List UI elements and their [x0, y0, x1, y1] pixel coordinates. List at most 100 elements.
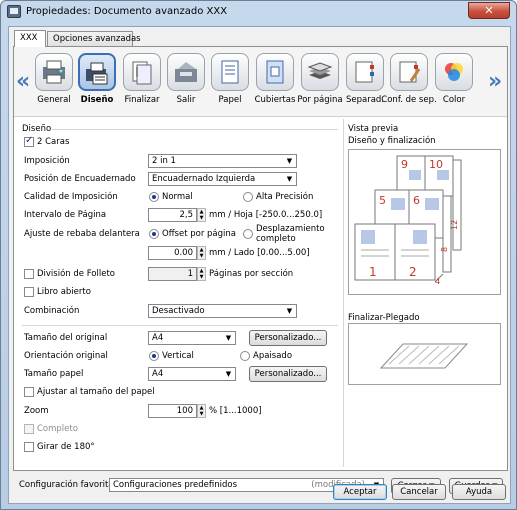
printer-general-icon: [35, 53, 73, 91]
rotate-checkbox[interactable]: [24, 442, 34, 452]
booklet-label: División de Folleto: [37, 269, 115, 279]
orientation-landscape-label: Apaisado: [253, 351, 293, 361]
trim-value-input[interactable]: 0.00: [148, 246, 197, 260]
chevron-down-icon: ▼: [286, 157, 293, 165]
layout-preview: 9 10 12 5 6 8 1 2 4: [348, 149, 501, 295]
booklet-checkbox[interactable]: [24, 269, 34, 279]
divider: [52, 129, 338, 130]
zoom-input[interactable]: 100: [148, 404, 197, 418]
quality-normal-label: Normal: [162, 192, 193, 202]
paper-icon: [211, 53, 249, 91]
trim-label: Ajuste de rebaba delantera: [24, 229, 140, 239]
open-book-label: Libro abierto: [37, 287, 91, 297]
tab-panel: « General Diseño Finalizar Salir Papel C…: [13, 46, 508, 471]
favorites-label: Configuración favorita: [19, 480, 114, 490]
properties-window: Propiedades: Documento avanzado XXX ✕ XX…: [0, 0, 517, 510]
page-number-5: 5: [379, 194, 386, 207]
binding-label: Posición de Encuadernado: [24, 174, 136, 184]
page-number-4: 4: [435, 277, 440, 286]
close-button[interactable]: ✕: [468, 2, 510, 19]
duplex-label: 2 Caras: [37, 137, 70, 147]
cover-icon: [256, 53, 294, 91]
paper-size-label: Tamaño papel: [24, 369, 84, 379]
fold-preview-title: Finalizar-Plegado: [348, 313, 420, 323]
trim-full-label-line2: completo: [256, 234, 296, 244]
booklet-preview-graphic: 9 10 12 5 6 8 1 2 4: [354, 155, 462, 286]
column-divider: [343, 119, 344, 467]
quality-high-label: Alta Precisión: [256, 192, 314, 202]
toolbar-finishing[interactable]: Finalizar: [122, 53, 162, 105]
tab-advanced-options[interactable]: Opciones avanzadas: [47, 31, 141, 47]
page-number-1: 1: [369, 265, 377, 279]
zoom-unit: % [1...1000]: [209, 406, 262, 416]
color-icon: [435, 53, 473, 91]
full-checkbox[interactable]: [24, 424, 34, 434]
page-interval-input[interactable]: 2,5: [148, 208, 197, 222]
trim-value-spinner[interactable]: ▲ ▼: [197, 246, 206, 260]
page-number-6: 6: [413, 194, 420, 207]
toolbar-color[interactable]: Color: [434, 53, 474, 105]
paper-size-select[interactable]: A4 ▼: [148, 367, 236, 381]
imposition-label: Imposición: [24, 156, 70, 166]
layout-section-title: Diseño: [22, 124, 52, 134]
scroll-right-icon[interactable]: »: [488, 69, 502, 94]
paper-size-value: A4: [152, 369, 164, 379]
rotate-label: Girar de 180°: [37, 442, 95, 452]
orientation-landscape-radio[interactable]: [240, 351, 250, 361]
tab-xxx[interactable]: XXX: [14, 30, 46, 47]
cancel-button[interactable]: Cancelar: [392, 484, 446, 500]
quality-normal-radio[interactable]: [149, 192, 159, 202]
separator-icon: [346, 53, 384, 91]
imposition-select[interactable]: 2 in 1 ▼: [148, 154, 297, 168]
quality-label: Calidad de Imposición: [24, 192, 118, 202]
chevron-down-icon: ▼: [286, 307, 293, 315]
paper-size-custom-button[interactable]: Personalizado...: [249, 366, 327, 382]
fold-preview-graphic: [379, 343, 469, 369]
booklet-input[interactable]: 1: [148, 267, 197, 281]
combination-value: Desactivado: [152, 306, 205, 316]
toolbar-covers[interactable]: Cubiertas: [255, 53, 295, 105]
orientation-portrait-radio[interactable]: [149, 351, 159, 361]
help-button[interactable]: Ayuda: [452, 484, 506, 500]
toolbar-per-page[interactable]: Por página: [297, 53, 343, 105]
trim-offset-radio[interactable]: [149, 229, 159, 239]
toolbar-paper[interactable]: Papel: [210, 53, 250, 105]
fit-paper-checkbox[interactable]: [24, 387, 34, 397]
combination-label: Combinación: [24, 306, 80, 316]
page-number-2: 2: [409, 265, 417, 279]
scroll-left-icon[interactable]: «: [16, 69, 30, 94]
zoom-spinner[interactable]: ▲ ▼: [197, 404, 206, 418]
toolbar-output[interactable]: Salir: [166, 53, 206, 105]
original-size-custom-button[interactable]: Personalizado...: [249, 330, 327, 346]
open-book-checkbox[interactable]: [24, 287, 34, 297]
imposition-value: 2 in 1: [152, 156, 176, 166]
original-size-select[interactable]: A4 ▼: [148, 331, 236, 345]
toolbar-layout[interactable]: Diseño: [77, 53, 117, 105]
toolbar-general[interactable]: General: [34, 53, 74, 105]
title-bar[interactable]: Propiedades: Documento avanzado XXX ✕: [1, 1, 516, 23]
booklet-spinner[interactable]: ▲ ▼: [197, 267, 206, 281]
original-size-label: Tamaño del original: [24, 333, 108, 343]
booklet-unit: Páginas por sección: [209, 269, 294, 279]
separator-config-icon: [390, 53, 428, 91]
toolbar-separator-config[interactable]: Conf. de sep.: [381, 53, 437, 105]
toolbar-separator[interactable]: Separad.: [345, 53, 385, 105]
page-number-8: 8: [440, 247, 449, 252]
fit-paper-label: Ajustar al tamaño del papel: [37, 387, 155, 397]
quality-high-radio[interactable]: [243, 192, 253, 202]
trim-full-label-line1: Desplazamiento: [256, 224, 325, 234]
preview-subtitle: Diseño y finalización: [348, 136, 436, 146]
chevron-down-icon: ▼: [225, 370, 232, 378]
page-interval-spinner[interactable]: ▲ ▼: [197, 208, 206, 222]
ok-button[interactable]: Aceptar: [333, 484, 387, 500]
page-interval-label: Intervalo de Página: [24, 210, 107, 220]
layout-icon: [78, 53, 116, 91]
binding-select[interactable]: Encuadernado Izquierda ▼: [148, 172, 297, 186]
finishing-icon: [123, 53, 161, 91]
duplex-checkbox[interactable]: [24, 135, 34, 147]
chevron-down-icon: ▼: [225, 334, 232, 342]
trim-full-radio[interactable]: [243, 229, 253, 239]
binding-value: Encuadernado Izquierda: [152, 174, 256, 184]
combination-select[interactable]: Desactivado ▼: [148, 304, 297, 318]
page-number-10: 10: [429, 158, 443, 171]
